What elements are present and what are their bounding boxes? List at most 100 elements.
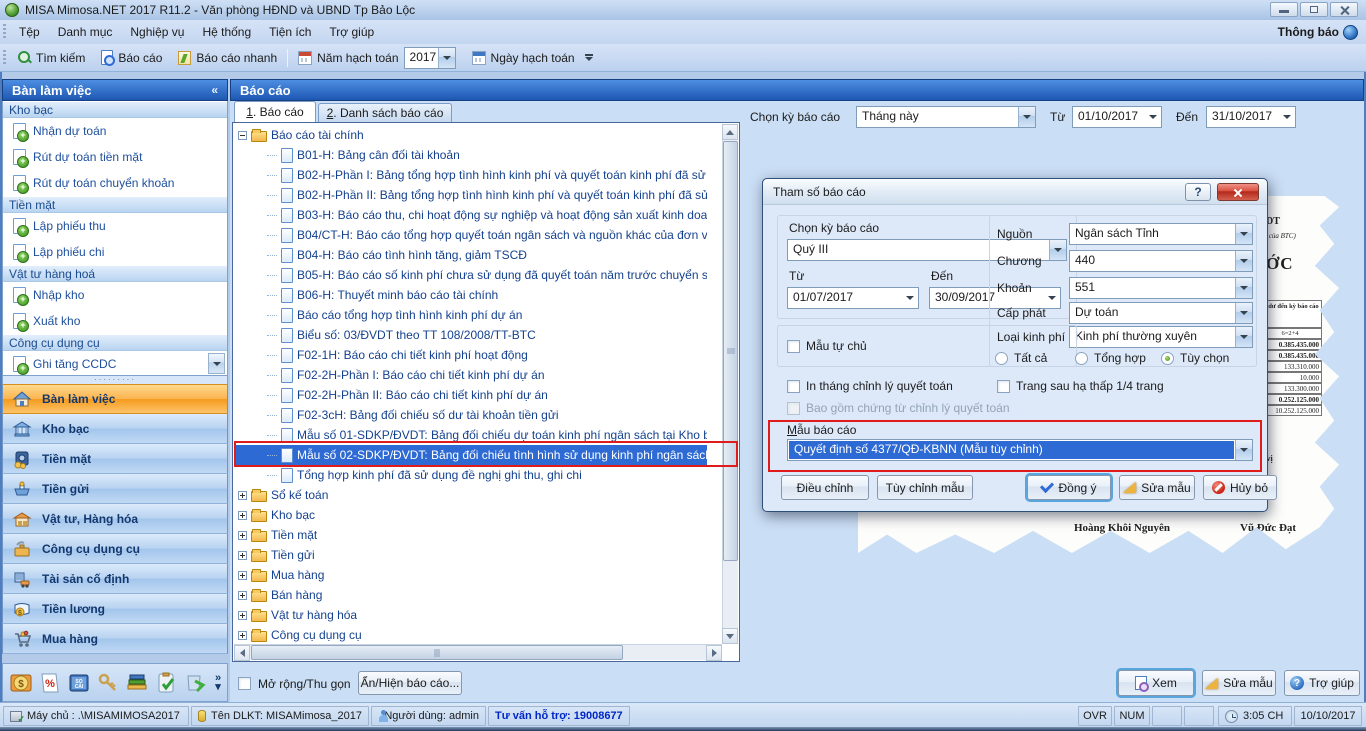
menu-operations[interactable]: Nghiệp vụ [121,21,193,43]
horizontal-scroll-thumb[interactable] [251,645,623,660]
dropdown-icon[interactable] [1235,327,1252,347]
menu-system[interactable]: Hệ thống [193,21,260,43]
ok-button[interactable]: Đồng ý [1027,475,1111,500]
sidebar-nav-tien-luong[interactable]: $ Tiền lương [2,594,228,624]
sidebar-nav-tai-san-co-dinh[interactable]: Tài sản cố định [2,564,228,594]
field-khoan-select[interactable]: 551 [1069,277,1253,299]
quick-report-button[interactable]: Báo cáo nhanh [170,46,285,70]
tree-vertical-scrollbar[interactable] [722,124,738,644]
tree-folder-tien-mat[interactable]: Tiền mặt [235,525,707,545]
checkbox-icon[interactable] [787,380,800,393]
tree-item[interactable]: Mẫu số 01-SDKP/ĐVDT: Bảng đối chiếu dự t… [235,425,707,445]
checkbox-icon[interactable] [997,380,1010,393]
sidebar-item-nhan-du-toan[interactable]: Nhận dự toán [3,118,227,144]
tree-item[interactable]: F02-2H-Phần II: Báo cáo chi tiết kinh ph… [235,385,707,405]
toggle-reports-button[interactable]: Ẩn/Hiện báo cáo... [358,671,462,695]
radio-tong-hop[interactable]: Tổng hợp [1075,351,1146,365]
tree-folder-cong-cu-dung-cu[interactable]: Công cụ dụng cụ [235,625,707,645]
tree-item[interactable]: Báo cáo tổng hợp tình hình kinh phí dự á… [235,305,707,325]
tree-item[interactable]: B05-H: Báo cáo số kinh phí chưa sử dụng … [235,265,707,285]
fiscal-year-select[interactable]: 2017 [404,47,456,69]
close-button[interactable] [1330,2,1358,17]
report-button[interactable]: Báo cáo [93,46,170,70]
sidebar-item-nhap-kho[interactable]: Nhập kho [3,282,227,308]
tree-item[interactable]: F02-3cH: Bảng đối chiếu số dư tài khoản … [235,405,707,425]
radio-selected-icon[interactable] [1161,352,1174,365]
sidebar-nav-tien-gui[interactable]: Tiền gửi [2,474,228,504]
field-chuong-select[interactable]: 440 [1069,250,1253,272]
search-button[interactable]: Tìm kiếm [10,46,93,70]
expand-icon[interactable] [238,511,247,520]
fiscal-year-dropdown-icon[interactable] [438,48,455,68]
tree-item[interactable]: B02-H-Phần I: Bảng tổng hợp tình hình ki… [235,165,707,185]
from-date-dropdown-icon[interactable] [1144,107,1161,127]
collapse-icon[interactable] [238,131,247,140]
sidebar-group-khobac[interactable]: Kho bạc [3,101,227,118]
dropdown-icon[interactable] [1235,278,1252,298]
field-cap-phat-select[interactable]: Dự toán [1069,302,1253,324]
ccdc-dropdown-icon[interactable] [208,353,225,374]
sidebar-nav-vat-tu-hang-hoa[interactable]: Vật tư, Hàng hóa [2,504,228,534]
sidebar-splitter[interactable]: ········· [2,376,228,384]
tree-folder-kho-bac[interactable]: Kho bạc [235,505,707,525]
sidebar-nav-mua-hang[interactable]: Mua hàng [2,624,228,654]
expand-collapse-checkbox[interactable] [238,677,251,690]
keys-icon[interactable] [95,670,121,696]
tree-item[interactable]: B02-H-Phần II: Bảng tổng hợp tình hình k… [235,185,707,205]
tree-horizontal-scrollbar[interactable] [234,644,722,660]
radio-icon[interactable] [995,352,1008,365]
tree-folder-tien-gui[interactable]: Tiền gửi [235,545,707,565]
scroll-right-icon[interactable] [706,645,722,661]
notification-link[interactable]: Thông báo [1278,20,1358,44]
field-loai-kinh-phi-select[interactable]: Kinh phí thường xuyên [1069,326,1253,348]
vertical-scroll-thumb[interactable] [723,141,738,561]
tree-item[interactable]: F02-2H-Phần I: Báo cáo chi tiết kinh phí… [235,365,707,385]
sidebar-item-rut-du-toan-tien-mat[interactable]: Rút dự toán tiền mặt [3,144,227,170]
tree-folder-vat-tu-hang-hoa[interactable]: Vật tư hàng hóa [235,605,707,625]
menu-catalog[interactable]: Danh mục [49,21,122,43]
field-nguon-select[interactable]: Ngân sách Tỉnh [1069,223,1253,245]
sidebar-group-tienmat[interactable]: Tiền mặt [3,196,227,213]
from-date-select[interactable]: 01/10/2017 [1072,106,1162,128]
sidebar-item-lap-phieu-chi[interactable]: Lập phiếu chi [3,239,227,265]
period-select[interactable]: Tháng này [856,106,1036,128]
dialog-close-icon[interactable] [1217,183,1259,201]
expand-icon[interactable] [238,571,247,580]
dropdown-icon[interactable] [901,288,918,308]
scroll-down-icon[interactable] [722,628,738,644]
period-dropdown-icon[interactable] [1018,107,1035,127]
tree-item[interactable]: B04-H: Báo cáo tình hình tăng, giảm TSCĐ [235,245,707,265]
dialog-help-icon[interactable]: ? [1185,183,1211,201]
tree-item[interactable]: Biểu số: 03/ĐVDT theo TT 108/2008/TT-BTC [235,325,707,345]
tree-folder-so-ke-toan[interactable]: Sổ kế toán [235,485,707,505]
customize-template-button[interactable]: Tùy chỉnh mẫu [877,475,973,500]
checkbox-trang-sau-ha-thap[interactable]: Trang sau hạ thấp 1/4 trang [997,379,1164,393]
sidebar-nav-tien-mat[interactable]: Tiền mặt [2,444,228,474]
sidebar-nav-ban-lam-viec[interactable]: Bàn làm việc [2,384,228,414]
checkbox-in-thang-chinh-ly[interactable]: In tháng chỉnh lý quyết toán [787,379,953,393]
cancel-button[interactable]: Hủy bỏ [1203,475,1277,500]
view-button[interactable]: Xem [1118,670,1194,696]
expand-icon[interactable] [238,531,247,540]
tab-danh-sach-bao-cao[interactable]: 2. Danh sách báo cáo [318,103,452,122]
cash-icon[interactable]: $ [8,670,34,696]
tree-item[interactable]: B01-H: Bảng cân đối tài khoản [235,145,707,165]
expand-icon[interactable] [238,611,247,620]
sidebar-item-rut-du-toan-chuyen-khoan[interactable]: Rút dự toán chuyển khoản [3,170,227,196]
to-date-select[interactable]: 31/10/2017 [1206,106,1296,128]
menu-help[interactable]: Trợ giúp [320,21,383,43]
toolbar-overflow-icon[interactable] [585,54,593,61]
posting-date-button[interactable]: Ngày hạch toán [464,46,583,70]
edit-template-action-button[interactable]: Sửa mẫu [1202,670,1276,696]
restore-data-icon[interactable] [182,670,208,696]
dropdown-icon[interactable] [1235,224,1252,244]
sidebar-nav-cong-cu-dung-cu[interactable]: Công cụ dụng cụ [2,534,228,564]
expand-icon[interactable] [238,491,247,500]
dropdown-icon[interactable] [1235,440,1252,460]
self-template-checkbox-row[interactable]: Mẫu tự chủ [787,339,867,353]
help-button[interactable]: ? Trợ giúp [1284,670,1360,696]
tree-folder-mua-hang[interactable]: Mua hàng [235,565,707,585]
adjust-button[interactable]: Điều chỉnh [781,475,869,500]
sidebar-group-vattu[interactable]: Vật tư hàng hoá [3,265,227,282]
sidebar-group-ccdc[interactable]: Công cụ dụng cụ [3,334,227,351]
